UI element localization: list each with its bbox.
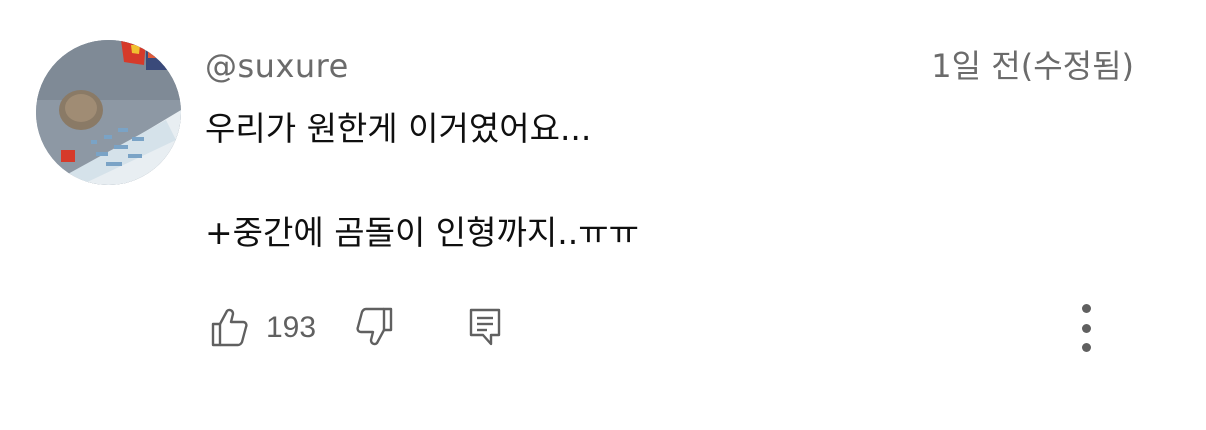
thumbs-down-icon xyxy=(356,307,394,350)
more-vertical-icon-dot xyxy=(1081,304,1091,313)
comment-card: @suxure 1일 전(수정됨) 우리가 원한게 이거였어요... +중간에 … xyxy=(0,0,1206,430)
comment-line-gap xyxy=(205,155,639,207)
comment-line: +중간에 곰돌이 인형까지..ㅠㅠ xyxy=(205,213,639,252)
more-vertical-icon-dot xyxy=(1081,343,1091,352)
comment-actions: 193 xyxy=(210,303,502,353)
reply-comment-icon xyxy=(468,307,502,350)
more-options-button[interactable] xyxy=(1070,300,1102,356)
like-count: 193 xyxy=(266,311,317,344)
dislike-button[interactable] xyxy=(356,307,394,350)
reply-button[interactable] xyxy=(468,307,502,350)
like-button[interactable]: 193 xyxy=(210,307,316,350)
comment-line: 우리가 원한게 이거였어요... xyxy=(205,109,592,148)
thumbs-up-icon xyxy=(210,307,248,350)
comment-text: 우리가 원한게 이거였어요... +중간에 곰돌이 인형까지..ㅠㅠ xyxy=(205,103,639,259)
avatar-image xyxy=(36,40,181,185)
author-name[interactable]: @suxure xyxy=(205,44,349,88)
more-vertical-icon-dot xyxy=(1081,323,1091,333)
comment-timestamp: 1일 전(수정됨) xyxy=(931,47,1134,85)
avatar[interactable] xyxy=(36,40,181,185)
